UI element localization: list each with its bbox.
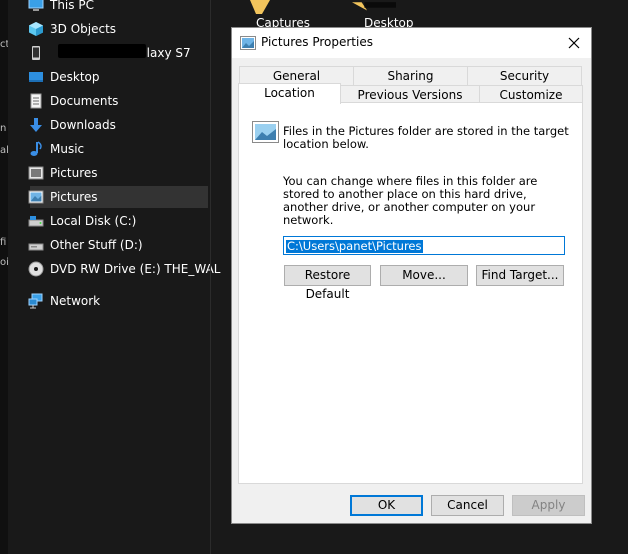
document-icon	[30, 93, 42, 109]
drive-icon	[28, 216, 44, 227]
cancel-button[interactable]: Cancel	[431, 495, 504, 516]
navigation-pane: ct n al fi oi This PC 3D Objects Galaxy …	[0, 0, 220, 554]
pictures-icon	[28, 166, 44, 180]
ok-button[interactable]: OK	[350, 495, 423, 516]
nav-item-label: Local Disk (C:)	[50, 214, 137, 228]
nav-item-dvd-drive-e[interactable]: DVD RW Drive (E:) THE_WAL	[20, 258, 220, 280]
network-icon	[28, 293, 43, 309]
location-description: You can change where files in this folde…	[283, 174, 538, 227]
edge-fragment: al	[0, 145, 8, 156]
nav-item-label: Downloads	[50, 118, 116, 132]
target-path-value: C:\Users\panet\Pictures	[286, 239, 423, 253]
nav-item-label: Pictures	[50, 166, 98, 180]
nav-item-downloads[interactable]: Downloads	[20, 114, 208, 136]
find-target-button[interactable]: Find Target...	[476, 265, 564, 286]
nav-item-label: Documents	[50, 94, 119, 108]
edge-fragment: ct	[0, 39, 8, 50]
nav-item-label: Other Stuff (D:)	[50, 238, 143, 252]
dialog-titlebar[interactable]: Pictures Properties	[232, 28, 591, 58]
nav-item-network[interactable]: Network	[22, 290, 210, 312]
edge-fragment: oi	[0, 257, 8, 268]
target-path-input[interactable]: C:\Users\panet\Pictures	[283, 236, 565, 255]
nav-item-label: Desktop	[50, 70, 100, 84]
pictures-folder-icon	[240, 36, 256, 50]
nav-item-label: Music	[50, 142, 85, 156]
disc-icon	[28, 261, 44, 277]
nav-item-label: This PC	[50, 0, 94, 12]
location-info-text: Files in the Pictures folder are stored …	[283, 124, 569, 151]
tab-location[interactable]: Location	[238, 83, 341, 104]
nav-item-label: Pictures	[50, 190, 98, 204]
phone-icon	[32, 46, 40, 60]
properties-dialog: Pictures Properties General Sharing Secu…	[231, 27, 592, 524]
nav-item-music[interactable]: Music	[20, 138, 208, 160]
nav-item-pictures-library[interactable]: Pictures	[20, 162, 208, 184]
edge-fragment: fi	[0, 237, 7, 248]
window-edge-strip: ct n al fi oi	[0, 0, 8, 554]
tab-sharing[interactable]: Sharing	[353, 66, 468, 85]
redaction-mark	[58, 44, 146, 58]
nav-item-3d-objects[interactable]: 3D Objects	[20, 18, 208, 40]
edge-fragment: n	[0, 123, 7, 134]
move-button[interactable]: Move...	[380, 265, 468, 286]
nav-item-label: 3D Objects	[50, 22, 117, 36]
folder-icon[interactable]	[244, 0, 288, 14]
pane-divider	[210, 0, 211, 554]
download-arrow-icon	[30, 118, 42, 132]
nav-item-local-disk-c[interactable]: Local Disk (C:)	[20, 210, 208, 232]
music-note-icon	[30, 141, 42, 156]
pictures-icon	[28, 190, 44, 204]
cube-icon	[29, 22, 43, 36]
computer-icon	[28, 0, 44, 11]
nav-item-label: DVD RW Drive (E:) THE_WAL	[50, 262, 221, 276]
dialog-title: Pictures Properties	[261, 35, 373, 49]
nav-item-other-stuff-d[interactable]: Other Stuff (D:)	[20, 234, 208, 256]
tab-security[interactable]: Security	[467, 66, 582, 85]
desktop-icon	[29, 72, 43, 82]
pictures-folder-icon	[252, 121, 279, 143]
restore-default-button[interactable]: Restore Default	[284, 265, 371, 301]
folder-icon[interactable]	[352, 0, 396, 14]
nav-item-pictures[interactable]: Pictures	[28, 186, 208, 208]
close-button[interactable]	[557, 28, 591, 58]
drive-icon	[28, 243, 44, 251]
location-tab-panel: Files in the Pictures folder are stored …	[238, 102, 583, 484]
nav-item-desktop[interactable]: Desktop	[20, 66, 208, 88]
apply-button[interactable]: Apply	[512, 495, 585, 516]
nav-item-this-pc[interactable]: This PC	[24, 0, 212, 16]
nav-item-documents[interactable]: Documents	[20, 90, 208, 112]
close-icon	[568, 37, 580, 49]
nav-item-label: Network	[50, 294, 101, 308]
